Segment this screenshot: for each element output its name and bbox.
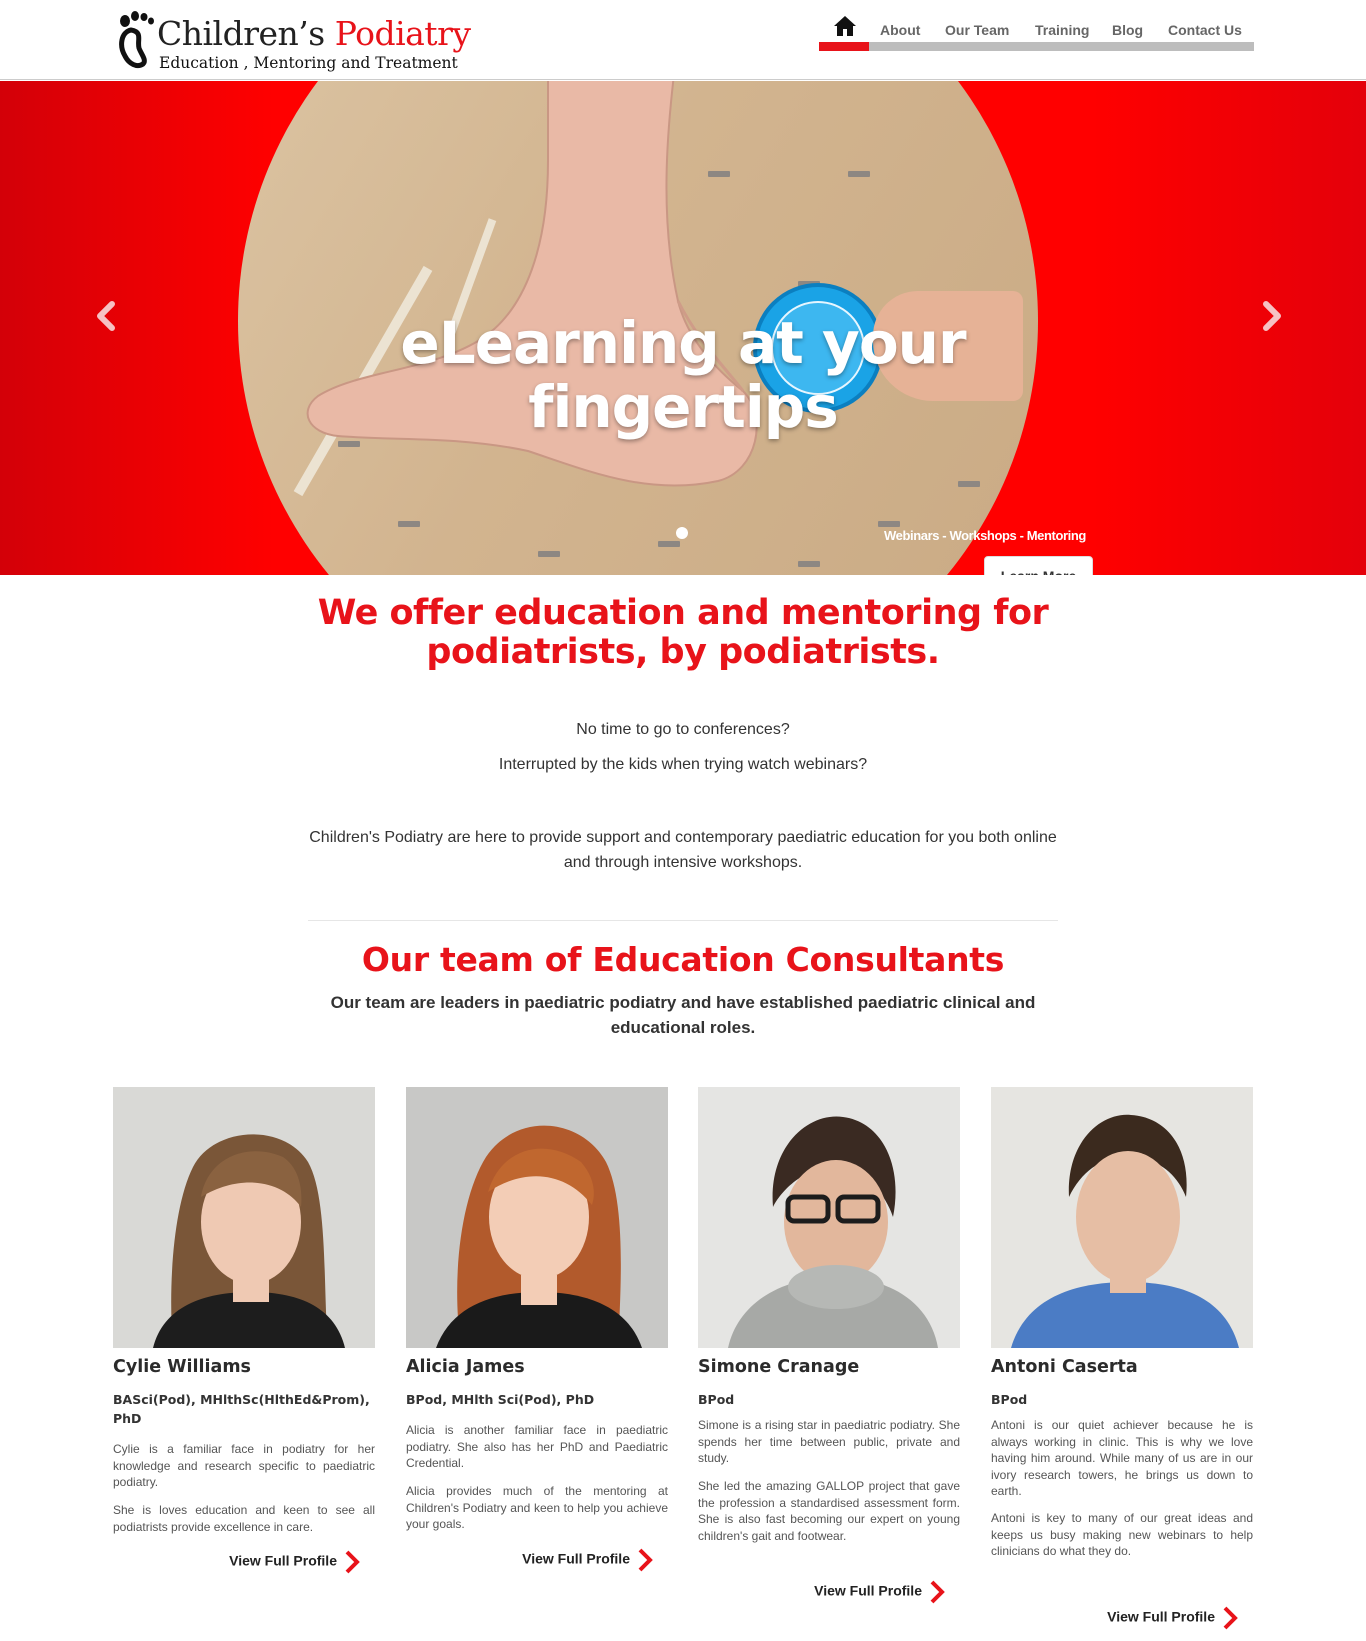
team-member-bio: Alicia is another familiar face in paedi… — [406, 1423, 668, 1470]
floor-marker — [798, 561, 820, 567]
team-photo-cylie — [113, 1087, 375, 1348]
view-profile-link[interactable]: View Full Profile — [991, 1605, 1253, 1631]
logo-title-main: Children’s — [157, 14, 335, 53]
view-profile-label: View Full Profile — [522, 1550, 630, 1567]
main-nav: About Our Team Training Blog Contact Us — [819, 14, 1254, 52]
view-profile-link[interactable]: View Full Profile — [406, 1547, 668, 1573]
carousel-indicator-dot[interactable] — [676, 527, 688, 539]
nav-active-indicator — [819, 42, 869, 51]
hero-subtitle-separator: - — [939, 528, 950, 543]
view-profile-link[interactable]: View Full Profile — [113, 1549, 375, 1575]
nav-item-blog[interactable]: Blog — [1112, 22, 1143, 38]
intro-headline: We offer education and mentoring for pod… — [317, 593, 1049, 672]
team-member-credentials: BPod, MHlth Sci(Pod), PhD — [406, 1392, 595, 1407]
intro-question-2: Interrupted by the kids when trying watc… — [498, 756, 868, 773]
footprint-logo-icon — [119, 11, 154, 69]
team-member-credentials: BASci(Pod), MHlthSc(HlthEd&Prom), PhD — [113, 1392, 370, 1426]
chevron-right-icon[interactable] — [1256, 296, 1286, 336]
team-member-name: Simone Cranage — [698, 1357, 860, 1377]
nav-item-training[interactable]: Training — [1035, 22, 1089, 38]
floor-marker — [878, 521, 900, 527]
view-profile-link[interactable]: View Full Profile — [698, 1579, 960, 1605]
hero-carousel: eLearning at your fingertips Webinars - … — [0, 81, 1366, 575]
chevron-left-icon[interactable] — [92, 296, 122, 336]
site-header: Children’s Podiatry Education , Mentorin… — [0, 0, 1366, 80]
learn-more-button[interactable]: Learn More — [984, 556, 1093, 575]
team-photo-antoni — [991, 1087, 1253, 1348]
team-member-bio: Alicia provides much of the mentoring at… — [406, 1484, 668, 1531]
site-logo[interactable]: Children’s Podiatry Education , Mentorin… — [117, 8, 471, 72]
hero-subtitle-mentoring: Mentoring — [1026, 528, 1087, 543]
view-profile-label: View Full Profile — [229, 1552, 337, 1569]
logo-title-accent: Podiatry — [334, 14, 471, 53]
view-profile-label: View Full Profile — [1107, 1608, 1215, 1625]
team-member-credentials: BPod — [991, 1392, 1028, 1407]
team-photo-simone — [698, 1087, 960, 1348]
chevron-right-icon — [1223, 1606, 1238, 1630]
team-member-bio: Cylie is a familiar face in podiatry for… — [113, 1442, 375, 1489]
team-member-bio: Simone is a rising star in paediatric po… — [698, 1418, 960, 1465]
team-member-name: Alicia James — [406, 1357, 525, 1377]
logo-title: Children’s Podiatry — [157, 14, 471, 53]
hero-subtitle: Webinars - Workshops - Mentoring — [884, 528, 1086, 543]
team-member-bio: She led the amazing GALLOP project that … — [698, 1479, 960, 1543]
view-profile-label: View Full Profile — [814, 1582, 922, 1599]
team-section-title: Our team of Education Consultants — [361, 940, 1005, 979]
logo-subtitle: Education , Mentoring and Treatment — [159, 54, 458, 72]
floor-marker — [658, 541, 680, 547]
floor-marker — [398, 521, 420, 527]
team-member-bio: Antoni is our quiet achiever because he … — [991, 1418, 1253, 1498]
home-icon[interactable] — [833, 14, 857, 38]
team-member-bio: She is loves education and keen to see a… — [113, 1503, 375, 1534]
hero-subtitle-separator: - — [1016, 528, 1027, 543]
section-divider — [308, 920, 1058, 921]
chevron-right-icon — [638, 1548, 653, 1572]
team-member-credentials: BPod — [698, 1392, 735, 1407]
nav-item-contact-us[interactable]: Contact Us — [1168, 22, 1242, 38]
intro-question-1: No time to go to conferences? — [576, 721, 790, 738]
hero-title: eLearning at your fingertips — [400, 309, 966, 441]
nav-item-our-team[interactable]: Our Team — [945, 22, 1009, 38]
hero-subtitle-workshops: Workshops — [949, 528, 1017, 543]
team-section-subtitle: Our team are leaders in paediatric podia… — [330, 993, 1036, 1037]
nav-item-about[interactable]: About — [880, 22, 920, 38]
intro-paragraph: Children's Podiatry are here to provide … — [309, 829, 1057, 871]
team-member-name: Antoni Caserta — [991, 1357, 1138, 1377]
team-member-name: Cylie Williams — [113, 1357, 251, 1377]
floor-marker — [538, 551, 560, 557]
team-member-bio: Antoni is key to many of our great ideas… — [991, 1511, 1253, 1558]
hero-subtitle-webinars: Webinars — [884, 528, 940, 543]
team-photo-alicia — [406, 1087, 668, 1348]
floor-marker — [958, 481, 980, 487]
chevron-right-icon — [345, 1550, 360, 1574]
chevron-right-icon — [930, 1580, 945, 1604]
nav-underline-bar — [819, 42, 1254, 51]
